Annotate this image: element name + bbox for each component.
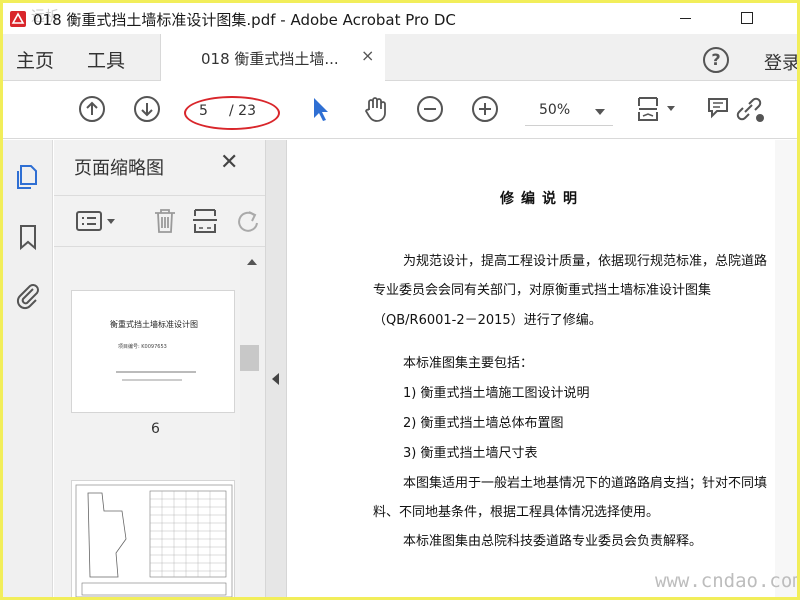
thumbnail-panel: 页面缩略图 ✕ 衡重式挡土墙标准设计图 项目编号: K0097653 6 [54,140,265,597]
thumbnail-toolbar [54,195,265,247]
page-thumbnail[interactable] [71,480,235,597]
sign-in-button[interactable]: 登录 [764,49,797,75]
document-line: 本标准图集由总院科技委道路专业委员会负责解释。 [403,534,703,549]
document-line: 本图集适用于一般岩土地基情况下的道路路肩支挡；针对不同填 [403,476,768,491]
document-tab-label: 018 衡重式挡土墙... [201,50,339,68]
document-scrollbar[interactable] [775,140,797,597]
document-line: 2) 衡重式挡土墙总体布置图 [403,416,564,431]
bookmark-icon[interactable] [13,222,43,252]
tab-document[interactable]: 018 衡重式挡土墙... × [161,34,385,81]
zoom-value: 50% [539,102,571,118]
site-watermark: www.cndao.com [655,570,797,592]
thumbnail-subtitle: 项目编号: K0097653 [118,344,167,350]
chevron-down-icon [595,109,605,115]
document-page: 修编说明 为规范设计，提高工程设计质量，依据现行规范标准，总院道路 专业委员会会… [287,140,797,597]
document-line: 料、不同地基条件，根据工程具体情况选择使用。 [373,505,660,520]
tab-bar: 主页 工具 018 衡重式挡土墙... × ? 登录 [3,34,797,81]
app-window: 远析 018 衡重式挡土墙标准设计图集.pdf - Adobe Acrobat … [3,3,797,597]
acrobat-app-icon [10,11,26,27]
maximize-button[interactable] [723,3,769,34]
fit-page-icon[interactable] [635,94,683,124]
insert-page-icon[interactable] [191,206,221,236]
share-link-icon[interactable] [733,94,767,124]
document-line: 专业委员会会同有关部门，对原衡重式挡土墙标准设计图集 [373,283,712,298]
document-line: 1) 衡重式挡土墙施工图设计说明 [403,386,590,401]
document-line: （QB/R6001-2－2015）进行了修编。 [373,313,602,328]
tab-home[interactable]: 主页 [16,46,54,73]
annotation-ellipse [184,96,280,130]
panel-title: 页面缩略图 [74,158,164,179]
document-line: 为规范设计，提高工程设计质量，依据现行规范标准，总院道路 [403,254,768,269]
tab-tools[interactable]: 工具 [87,46,125,73]
thumbnail-title: 衡重式挡土墙标准设计图 [110,320,198,329]
trash-icon[interactable] [150,206,180,236]
thumbnail-drawing [75,484,233,597]
prev-page-icon[interactable] [77,94,107,124]
navigation-rail [3,140,53,597]
close-panel-icon[interactable]: ✕ [220,150,238,175]
thumbnail-text-line [122,379,182,381]
minimize-button[interactable] [663,3,709,34]
page-thumbnail[interactable]: 衡重式挡土墙标准设计图 项目编号: K0097653 [71,290,235,413]
document-line: 本标准图集主要包括： [403,356,534,371]
title-bar: 远析 018 衡重式挡土墙标准设计图集.pdf - Adobe Acrobat … [3,3,797,34]
zoom-select[interactable]: 50% [525,98,613,126]
hand-tool-icon[interactable] [360,94,390,124]
zoom-out-icon[interactable] [415,94,445,124]
panel-splitter[interactable] [265,140,287,597]
attachment-icon[interactable] [13,280,43,310]
collapse-panel-icon[interactable] [272,373,279,385]
scrollbar-thumb[interactable] [240,345,259,371]
zoom-in-icon[interactable] [470,94,500,124]
scroll-up-icon[interactable] [247,259,257,265]
thumbnail-text-line [116,371,196,373]
options-menu-icon[interactable] [74,206,118,236]
window-title: 018 衡重式挡土墙标准设计图集.pdf - Adobe Acrobat Pro… [33,11,456,29]
select-cursor-icon[interactable] [305,94,335,124]
thumbnail-page-number: 6 [151,421,160,437]
close-tab-icon[interactable]: × [361,46,374,65]
comment-icon[interactable] [703,94,733,124]
page-thumbnails-icon[interactable] [13,162,43,192]
toolbar: / 23 50% [3,81,797,139]
document-line: 3) 衡重式挡土墙尺寸表 [403,446,538,461]
help-icon[interactable]: ? [703,47,729,73]
rotate-icon[interactable] [232,206,262,236]
document-heading: 修编说明 [500,191,584,207]
next-page-icon[interactable] [132,94,162,124]
thumbnail-scrollbar[interactable] [240,247,265,597]
